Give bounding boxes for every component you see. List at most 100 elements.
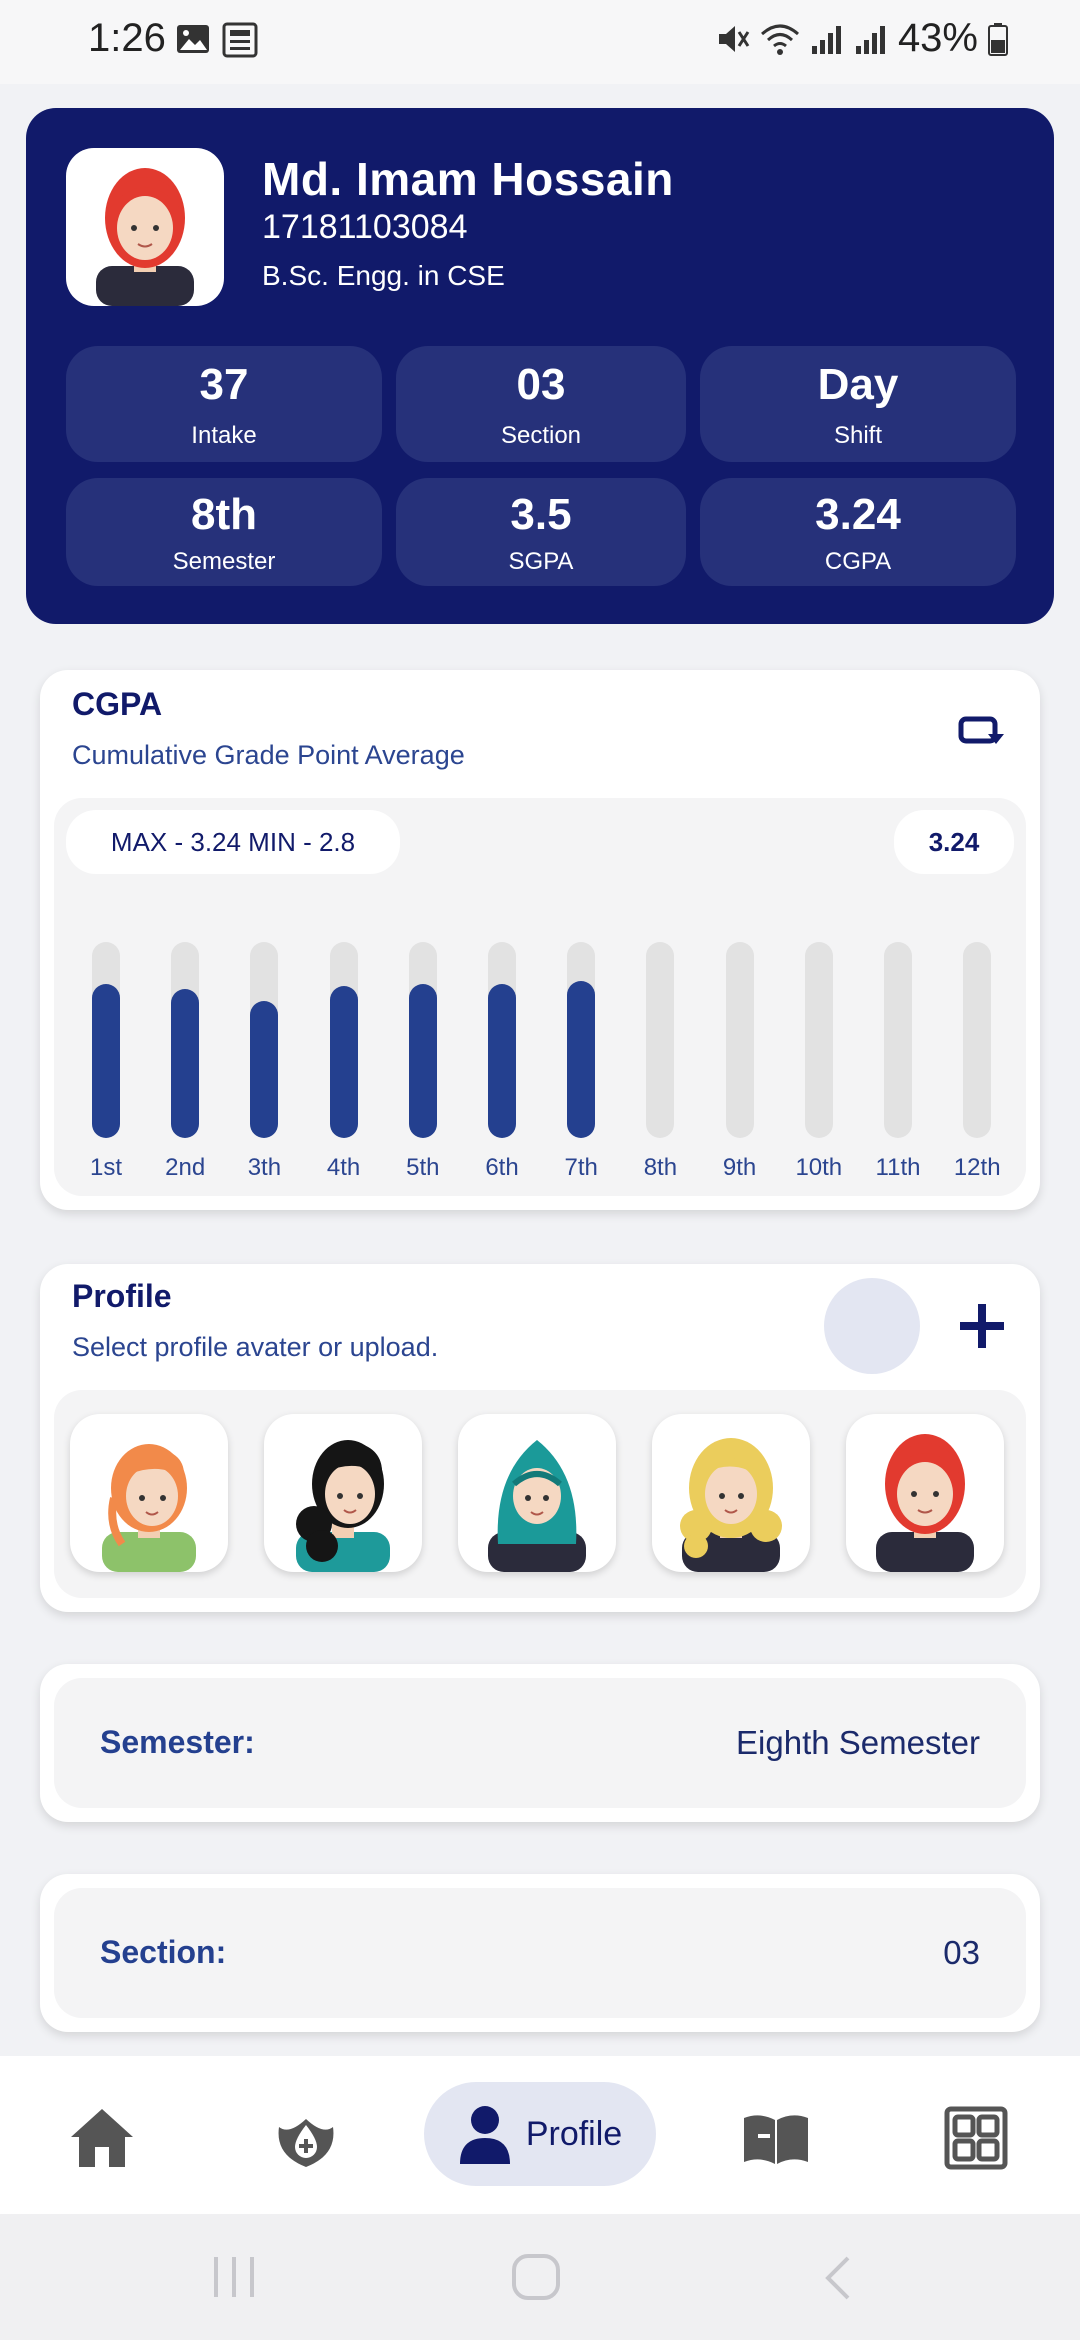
profile-title: Profile: [72, 1278, 172, 1314]
bar-track: [804, 942, 833, 1138]
avatar-option-black[interactable]: [264, 1414, 422, 1572]
home-icon: [71, 2109, 133, 2167]
student-department: B.Sc. Engg. in CSE: [262, 260, 505, 291]
semester-row[interactable]: Semester: Eighth Semester: [54, 1678, 1026, 1808]
stat-intake: 37 Intake: [66, 346, 382, 462]
avatar-red-hair-icon: [876, 1434, 974, 1572]
cgpa-range-pill: MAX - 3.24 MIN - 2.8: [66, 810, 400, 874]
student-header-card: Md. Imam Hossain 17181103084 B.Sc. Engg.…: [26, 108, 1054, 624]
semester-label: Semester:: [100, 1724, 255, 1760]
x-tick-label: 12th: [953, 1154, 1001, 1181]
bar-track: [725, 942, 754, 1138]
profile-icon: [459, 2106, 510, 2164]
battery-percent: 43%: [897, 16, 978, 60]
section-row[interactable]: Section: 03: [54, 1888, 1026, 2018]
cgpa-current-pill: 3.24: [894, 810, 1014, 874]
avatar-black-hair-icon: [296, 1440, 390, 1572]
student-id: 17181103084: [262, 208, 468, 246]
back-icon[interactable]: [822, 2254, 852, 2302]
bar-track: [646, 942, 675, 1138]
profile-card: Profile Select profile avater or upload.: [40, 1264, 1040, 1612]
section-value: 03: [943, 1934, 980, 1971]
selected-avatar-preview[interactable]: [824, 1278, 920, 1374]
avatar-option-hijab[interactable]: [458, 1414, 616, 1572]
stat-label: Section: [500, 422, 582, 449]
grid-icon: [944, 2106, 1008, 2170]
switch-chart-icon[interactable]: [958, 714, 1004, 750]
stat-label: Shift: [833, 422, 883, 449]
bar-track: [329, 942, 358, 1138]
cgpa-subtitle: Cumulative Grade Point Average: [72, 740, 465, 770]
stat-value: 37: [199, 360, 249, 409]
system-nav-bar: [0, 2214, 1080, 2340]
avatar-hijab-icon: [488, 1440, 586, 1572]
stat-label: Semester: [172, 548, 276, 575]
bar-5th: [408, 984, 437, 1138]
bar-6th: [488, 984, 516, 1138]
x-tick-label: 2nd: [165, 1154, 206, 1181]
stat-label: CGPA: [824, 548, 892, 575]
profile-subtitle: Select profile avater or upload.: [72, 1332, 439, 1362]
cgpa-chart-area: MAX - 3.24 MIN - 2.8 3.24 1st 2nd 3th 4th 5t…: [54, 798, 1026, 1196]
stat-label: SGPA: [508, 548, 574, 575]
stat-value: 03: [516, 360, 566, 409]
x-tick-label: 7th: [564, 1154, 598, 1181]
stat-semester: 8th Semester: [66, 478, 382, 586]
home-button-icon[interactable]: [510, 2252, 562, 2302]
nav-profile-label: Profile: [525, 2114, 623, 2153]
nav-book[interactable]: [734, 2086, 818, 2190]
stat-cgpa: 3.24 CGPA: [700, 478, 1016, 586]
semester-value: Eighth Semester: [736, 1724, 980, 1761]
x-tick-label: 8th: [643, 1154, 678, 1181]
mute-icon: [718, 25, 750, 52]
nav-grid[interactable]: [934, 2086, 1018, 2190]
avatar-option-red[interactable]: [846, 1414, 1004, 1572]
signal-icon-2: [855, 25, 885, 54]
status-bar: 1:26 43%: [0, 0, 1080, 84]
book-icon: [744, 2115, 808, 2164]
bar-track: [92, 942, 120, 1138]
news-icon: [222, 22, 258, 58]
bar-track: [567, 942, 596, 1138]
stat-section: 03 Section: [396, 346, 686, 462]
wifi-icon: [760, 24, 799, 55]
x-tick-label: 10th: [795, 1154, 843, 1181]
bar-track: [884, 942, 912, 1138]
bar-track: [963, 942, 992, 1138]
bar-1st: [92, 984, 120, 1138]
bar-3th: [250, 1001, 279, 1138]
bar-2nd: [171, 989, 200, 1138]
status-right: 43%: [716, 16, 1008, 61]
nav-profile-active[interactable]: Profile: [424, 2082, 656, 2186]
bar-7th: [567, 981, 596, 1138]
cgpa-title: CGPA: [72, 686, 163, 722]
x-tick-label: 6th: [485, 1154, 519, 1181]
signal-icon: [811, 25, 841, 54]
nav-blood[interactable]: [264, 2086, 348, 2190]
status-time: 1:26: [88, 16, 166, 60]
x-tick-label: 9th: [722, 1154, 757, 1181]
avatar-picker: [54, 1390, 1026, 1598]
blood-drop-icon: [278, 2119, 334, 2167]
battery-icon: [988, 22, 1008, 56]
section-label: Section:: [100, 1934, 227, 1970]
bar-track: [488, 942, 516, 1138]
upload-plus-icon[interactable]: [958, 1302, 1006, 1350]
student-name: Md. Imam Hossain: [262, 153, 674, 205]
semester-card: Semester: Eighth Semester: [40, 1664, 1040, 1822]
avatar-option-orange[interactable]: [70, 1414, 228, 1572]
recent-apps-icon[interactable]: [212, 2254, 256, 2300]
stat-shift: Day Shift: [700, 346, 1016, 462]
bar-track: [250, 942, 279, 1138]
avatar-option-blonde[interactable]: [652, 1414, 810, 1572]
stat-value: 8th: [191, 490, 257, 539]
stat-value: Day: [817, 360, 899, 409]
avatar-blonde-hair-icon: [680, 1438, 782, 1572]
nav-home[interactable]: [60, 2086, 144, 2190]
x-tick-label: 1st: [89, 1154, 122, 1181]
image-icon: [177, 25, 209, 53]
bar-track: [408, 942, 437, 1138]
avatar[interactable]: [66, 148, 224, 306]
bottom-nav: Profile: [0, 2056, 1080, 2214]
bar-4th: [329, 986, 358, 1138]
